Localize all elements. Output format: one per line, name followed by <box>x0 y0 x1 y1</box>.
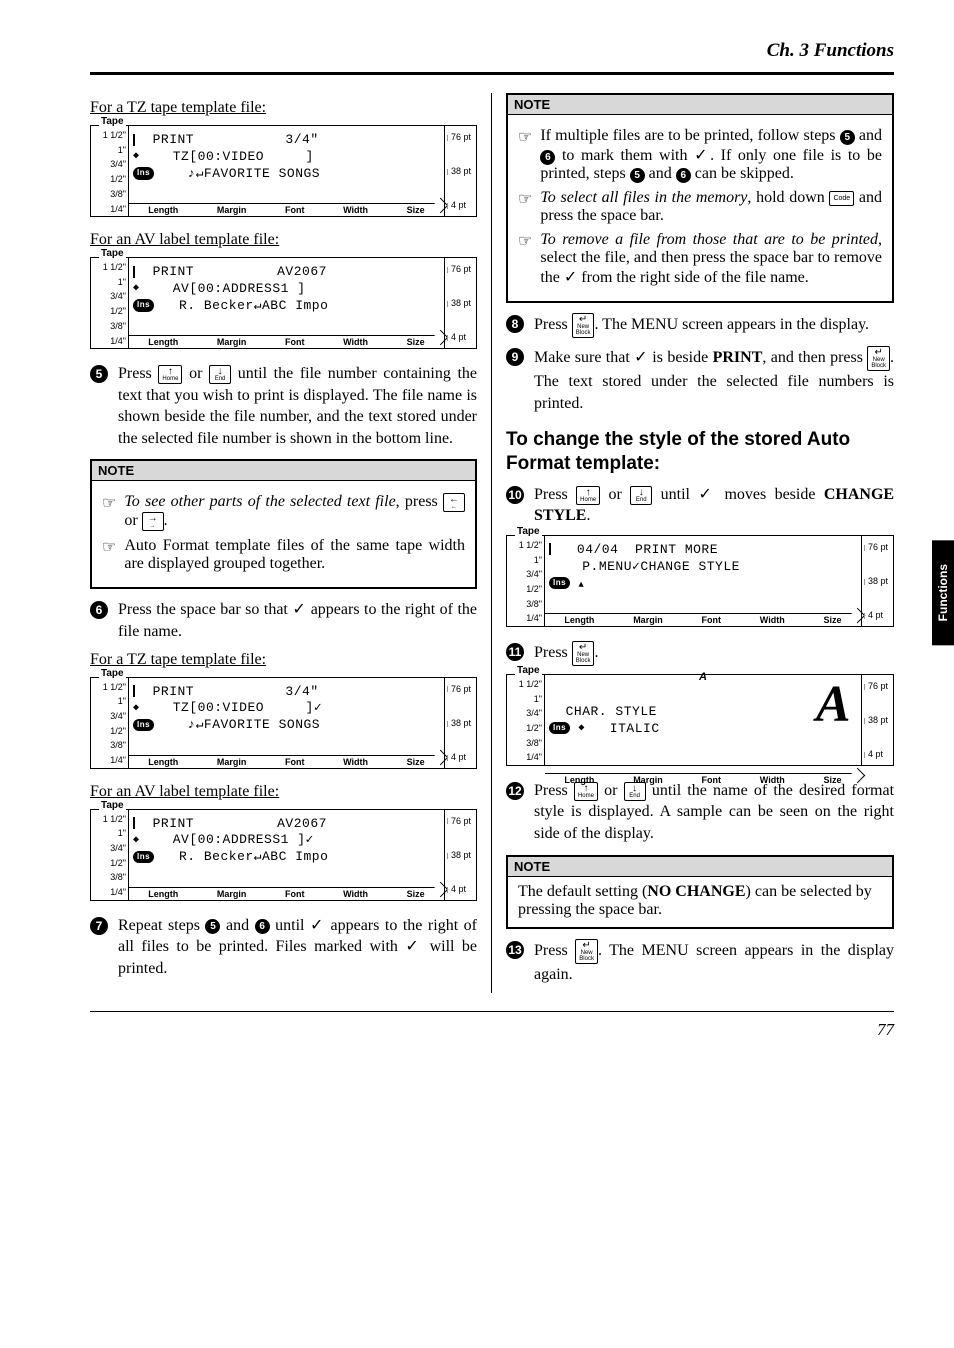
right-key-icon: →→ <box>142 512 164 531</box>
note-header: NOTE <box>92 461 475 481</box>
home-key-icon: ↑Home <box>576 486 600 505</box>
lcd-footer: Length Margin Font Width Size <box>129 203 444 216</box>
section-title: To change the style of the stored Auto F… <box>506 428 894 476</box>
subhead-tz2: For a TZ tape template file: <box>90 651 477 669</box>
ref-5-icon: 5 <box>840 130 855 145</box>
step-8: 8 Press ↵New Block. The MENU screen appe… <box>506 313 894 338</box>
lcd-display-2: Tape 1 1/2"1" 3/4"1/2" 3/8"1/4" PRINT AV… <box>90 257 477 349</box>
newblock-key-icon: ↵New Block <box>867 346 890 371</box>
end-key-icon: ↓End <box>209 365 231 384</box>
home-key-icon: ↑Home <box>158 365 182 384</box>
lcd-point-sizes: 76 pt 38 pt 4 pt <box>444 126 476 216</box>
note-box-2: NOTE ☞ If multiple files are to be print… <box>506 93 894 303</box>
lcd-display-6: Tape 1 1/2"1" 3/4"1/2" 3/8"1/4" A CHAR. … <box>506 674 894 766</box>
step-12: 12 Press ↑Home or ↓End until the name of… <box>506 780 894 845</box>
note-box-1: NOTE ☞ To see other parts of the selecte… <box>90 459 477 589</box>
newblock-key-icon: ↵New Block <box>575 939 598 964</box>
header-rule <box>90 72 894 75</box>
ref-6-icon: 6 <box>540 150 555 165</box>
pointer-icon: ☞ <box>518 189 532 225</box>
step-6: 6 Press the space bar so that ✓ appears … <box>90 599 477 642</box>
left-column: For a TZ tape template file: Tape 1 1/2"… <box>90 93 492 993</box>
right-column: NOTE ☞ If multiple files are to be print… <box>492 93 894 993</box>
lcd-tape-sizes: 1 1/2" 1" 3/4" 1/2" 3/8" 1/4" <box>91 126 129 216</box>
tape-label: Tape <box>99 116 126 127</box>
side-tab: Functions <box>932 540 954 645</box>
lcd-display-1: Tape 1 1/2" 1" 3/4" 1/2" 3/8" 1/4" PRINT… <box>90 125 477 217</box>
subhead-av2: For an AV label template file: <box>90 783 477 801</box>
pointer-icon: ☞ <box>102 493 116 531</box>
step-10: 10 Press ↑Home or ↓End until ✓ moves bes… <box>506 484 894 527</box>
step-11: 11 Press ↵New Block. <box>506 641 894 666</box>
ref-6-icon: 6 <box>255 919 270 934</box>
step-number-5-icon: 5 <box>90 365 108 383</box>
lcd-display-4: Tape 1 1/2"1" 3/4"1/2" 3/8"1/4" PRINT AV… <box>90 809 477 901</box>
code-key-icon: Code <box>829 191 854 206</box>
step-number-13-icon: 13 <box>506 941 524 959</box>
ref-6-icon: 6 <box>676 168 691 183</box>
step-number-10-icon: 10 <box>506 486 524 504</box>
step-number-9-icon: 9 <box>506 348 524 366</box>
left-key-icon: ←← <box>443 493 465 512</box>
lcd-content: PRINT 3/4" ◆ TZ[00:VIDEO ] Ins ♪↵FAVORIT… <box>129 126 444 203</box>
step-number-8-icon: 8 <box>506 315 524 333</box>
newblock-key-icon: ↵New Block <box>572 313 595 338</box>
ref-5-icon: 5 <box>205 919 220 934</box>
pointer-icon: ☞ <box>102 537 116 573</box>
step-number-7-icon: 7 <box>90 917 108 935</box>
newblock-key-icon: ↵New Block <box>572 641 595 666</box>
sample-a-icon: A <box>816 679 851 731</box>
pointer-icon: ☞ <box>518 231 532 287</box>
ref-5-icon: 5 <box>630 168 645 183</box>
step-7: 7 Repeat steps 5 and 6 until ✓ appears t… <box>90 915 477 980</box>
step-number-12-icon: 12 <box>506 782 524 800</box>
pointer-icon: ☞ <box>518 127 532 183</box>
subhead-tz1: For a TZ tape template file: <box>90 99 477 117</box>
lcd-display-5: Tape 1 1/2"1" 3/4"1/2" 3/8"1/4" 04/04 PR… <box>506 535 894 627</box>
step-9: 9 Make sure that ✓ is beside PRINT, and … <box>506 346 894 414</box>
chapter-header: Ch. 3 Functions <box>90 40 894 62</box>
step-5: 5 Press ↑Home or ↓End until the file num… <box>90 363 477 449</box>
subhead-av1: For an AV label template file: <box>90 231 477 249</box>
lcd-display-3: Tape 1 1/2"1" 3/4"1/2" 3/8"1/4" PRINT 3/… <box>90 677 477 769</box>
step-number-11-icon: 11 <box>506 643 524 661</box>
end-key-icon: ↓End <box>630 486 652 505</box>
footer-rule <box>90 1011 894 1012</box>
step-number-6-icon: 6 <box>90 601 108 619</box>
page-number: 77 <box>90 1020 894 1040</box>
step-13: 13 Press ↵New Block. The MENU screen app… <box>506 939 894 986</box>
note-box-3: NOTE The default setting (NO CHANGE) can… <box>506 855 894 929</box>
